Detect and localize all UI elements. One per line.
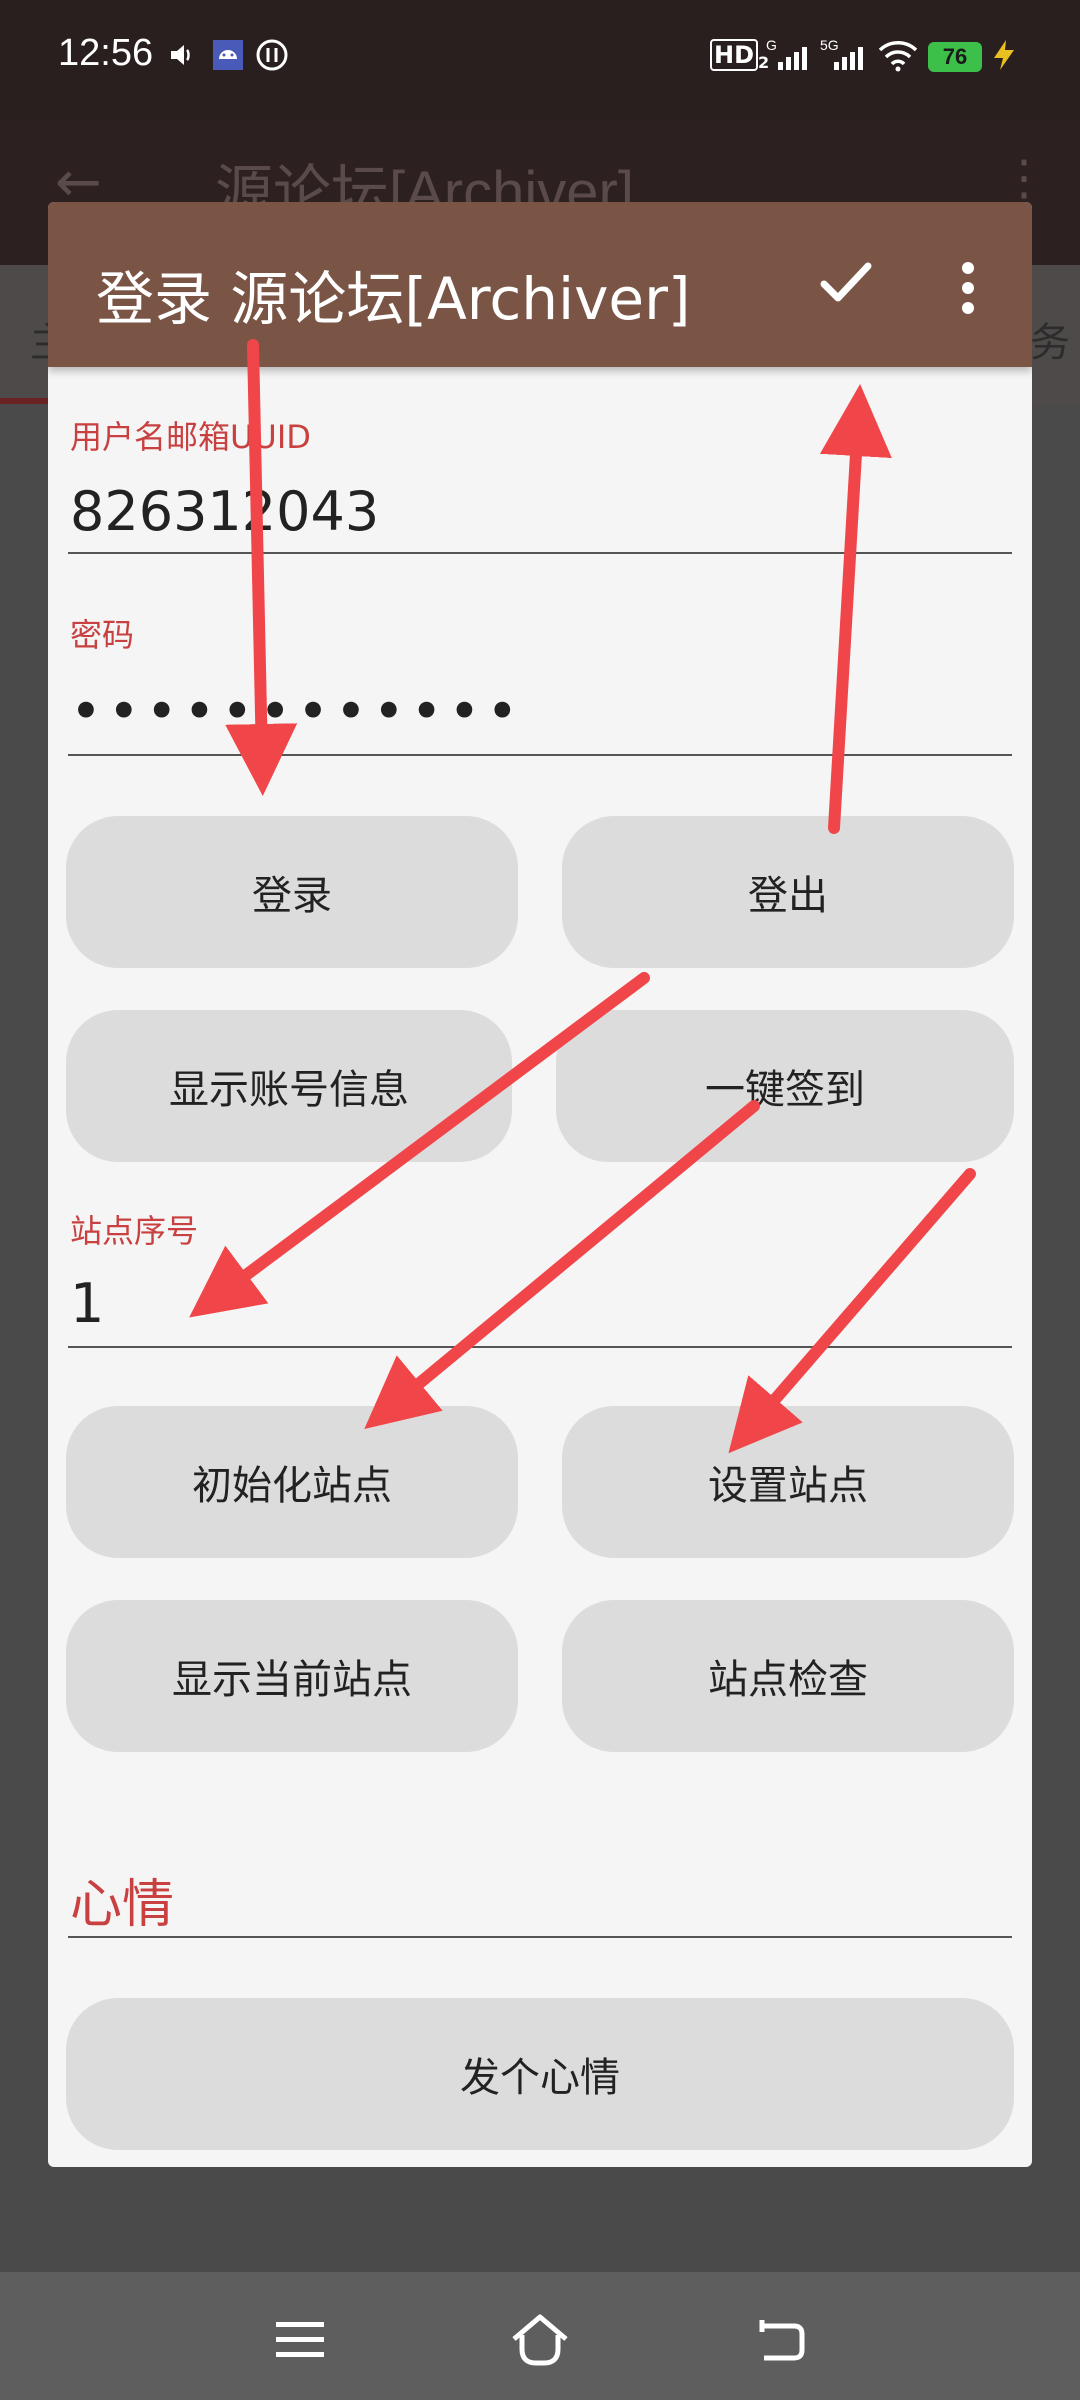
more-vert-icon: ⋮ [1000, 150, 1048, 206]
dialog-more-icon[interactable] [948, 250, 988, 326]
set-site-button[interactable]: 设置站点 [562, 1406, 1014, 1558]
login-dialog: 登录 源论坛[Archiver] 用户名邮箱UUID 826312043 密码 … [48, 202, 1032, 2167]
signal-g-icon: G [766, 38, 810, 72]
menu-icon[interactable] [260, 2300, 340, 2380]
username-label: 用户名邮箱UUID [70, 418, 311, 456]
mood-underline [68, 1936, 1012, 1938]
dialog-toolbar: 登录 源论坛[Archiver] [48, 202, 1032, 367]
post-mood-button[interactable]: 发个心情 [66, 1998, 1014, 2150]
battery-icon: 76 [928, 42, 982, 72]
home-icon[interactable] [500, 2300, 580, 2380]
mood-input[interactable]: 心情 [70, 1862, 174, 1937]
fiveg-label: 5G [820, 38, 839, 53]
password-underline [68, 754, 1012, 756]
background-tab-right: 务 [1030, 320, 1070, 366]
sync-icon [255, 38, 289, 72]
site-index-input[interactable]: 1 [70, 1272, 104, 1335]
site-index-underline [68, 1346, 1012, 1348]
show-account-button[interactable]: 显示账号信息 [66, 1010, 512, 1162]
status-bar: 12:56 HD 2 G 5G 76 [0, 0, 1080, 120]
password-input[interactable]: •••••••••••• [70, 680, 524, 743]
logout-button[interactable]: 登出 [562, 816, 1014, 968]
init-site-button[interactable]: 初始化站点 [66, 1406, 518, 1558]
signal-5g-icon: 5G [820, 38, 864, 72]
hd-label: HD [710, 39, 759, 71]
back-icon[interactable] [740, 2300, 820, 2380]
volume-icon [168, 38, 196, 72]
login-button[interactable]: 登录 [66, 816, 518, 968]
show-current-site-button[interactable]: 显示当前站点 [66, 1600, 518, 1752]
dialog-title: 登录 源论坛[Archiver] [96, 265, 691, 333]
one-click-signin-button[interactable]: 一键签到 [556, 1010, 1014, 1162]
background-tab-indicator [0, 398, 48, 404]
g-label: G [766, 38, 777, 53]
site-index-label: 站点序号 [70, 1212, 199, 1250]
android-notification-icon [212, 38, 244, 72]
username-input[interactable]: 826312043 [70, 480, 379, 543]
password-label: 密码 [70, 616, 135, 654]
confirm-check-icon[interactable] [808, 250, 884, 326]
hd-icon: HD 2 [710, 38, 769, 72]
status-time: 12:56 [58, 32, 154, 74]
username-underline [68, 552, 1012, 554]
wifi-icon [878, 38, 918, 72]
site-check-button[interactable]: 站点检查 [562, 1600, 1014, 1752]
charging-icon [990, 38, 1018, 72]
